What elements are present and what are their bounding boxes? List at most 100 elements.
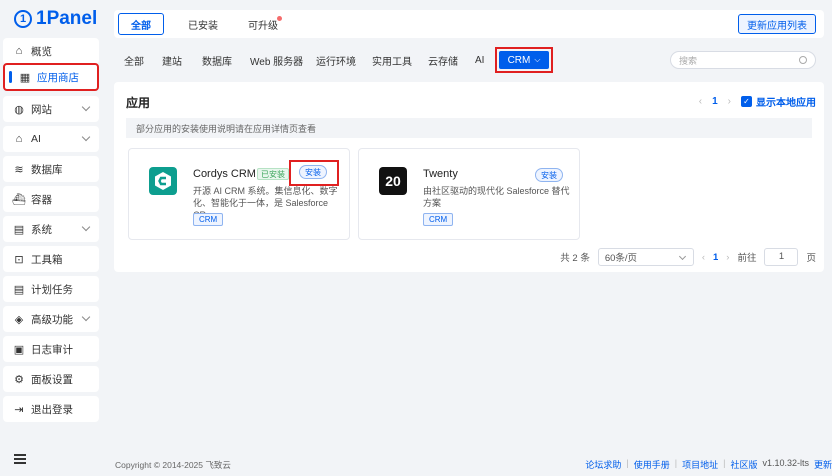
sidebar-item-overview[interactable]: ⌂ 概览 [3,38,99,64]
category-web-server[interactable]: Web 服务器 [250,51,303,69]
category-ai[interactable]: AI [475,51,484,69]
app-status-tabs: 全部 已安装 可升级 更新应用列表 [114,10,824,38]
category-crm-label: CRM [507,54,531,66]
footer-edition[interactable]: 社区版 [730,458,757,471]
sidebar-item-ai[interactable]: ⌂ AI [3,126,99,152]
diamond-icon: ◈ [14,313,24,326]
tab-upgradable-label: 可升级 [248,20,278,32]
sidebar-item-toolbox[interactable]: ⊡ 工具箱 [3,246,99,272]
apps-icon: ▦ [19,71,31,84]
sidebar-item-database[interactable]: ≋ 数据库 [3,156,99,182]
category-website[interactable]: 建站 [162,51,182,69]
footer-version: v1.10.32-lts [762,458,809,468]
sidebar-item-panel-settings[interactable]: ⚙ 面板设置 [3,366,99,392]
sidebar-item-label: 网站 [31,103,52,116]
sidebar-item-app-store[interactable]: ▦ 应用商店 [3,63,99,91]
sidebar-item-system[interactable]: ▤ 系统 [3,216,99,242]
app-list-panel: 应用 ‹ 1 › ✓ 显示本地应用 部分应用的安装使用说明请在应用详情页查看 C… [114,82,824,272]
show-local-checkbox[interactable]: ✓ [741,96,752,107]
sidebar-item-label: 系统 [31,223,52,236]
system-icon: ▤ [13,223,25,236]
sidebar-item-logout[interactable]: ⇥ 退出登录 [3,396,99,422]
sidebar-item-log-audit[interactable]: ▣ 日志审计 [3,336,99,362]
app-tag: CRM [193,213,224,226]
twenty-logo-icon: 20 [379,167,407,195]
current-page[interactable]: 1 [712,96,718,107]
chevron-down-icon: ⌵ [534,55,541,64]
page-title: 应用 [126,96,151,110]
sidebar-item-container[interactable]: ⛴ 容器 [3,186,99,212]
cordys-crm-logo-icon [149,167,177,195]
category-tools[interactable]: 实用工具 [372,51,412,69]
page-size-select[interactable]: 60条/页 [597,248,694,266]
install-button[interactable]: 安装 [535,168,563,182]
schedule-icon: ▤ [13,283,25,296]
next-page-icon[interactable]: › [726,252,729,263]
category-crm-highlight: CRM ⌵ [495,47,553,73]
footer-links: 论坛求助 | 使用手册 | 项目地址 | 社区版 v1.10.32-lts 更新 [585,458,832,471]
app-card-twenty[interactable]: 20 Twenty 安装 由社区驱动的现代化 Salesforce 替代方案 C… [358,148,580,240]
next-page-icon[interactable]: › [728,96,731,107]
category-all[interactable]: 全部 [124,51,144,69]
logo-text: 1Panel [36,8,98,29]
install-button-highlight: 安装 [289,160,339,186]
installed-badge: 已安装 [257,168,289,180]
app-card-cordys-crm[interactable]: Cordys CRM 已安装 安装 开源 AI CRM 系统。集信息化、数字化、… [128,148,350,240]
category-crm[interactable]: CRM ⌵ [499,51,549,69]
footer-link-forum[interactable]: 论坛求助 [585,458,621,471]
sidebar-item-label: AI [31,133,41,145]
footer-update-link[interactable]: 更新 [814,458,832,471]
prev-page-icon[interactable]: ‹ [702,252,705,263]
sidebar-item-advanced[interactable]: ◈ 高级功能 [3,306,99,332]
category-bar: 全部 建站 数据库 Web 服务器 运行环境 实用工具 云存储 AI CRM ⌵… [114,46,824,74]
search-icon [799,56,807,64]
sidebar-item-website[interactable]: ◍ 网站 [3,96,99,122]
search-input[interactable]: 搜索 [670,51,816,69]
sidebar-item-label: 应用商店 [37,71,79,84]
sidebar-item-cron[interactable]: ▤ 计划任务 [3,276,99,302]
goto-label: 前往 [737,253,757,264]
notification-dot-icon [277,16,282,21]
page-size-value: 60条/页 [604,253,638,264]
category-database[interactable]: 数据库 [202,51,232,69]
current-page[interactable]: 1 [713,252,718,263]
tab-upgradable[interactable]: 可升级 [236,13,290,35]
footer-link-project[interactable]: 项目地址 [682,458,718,471]
chevron-down-icon [81,102,91,112]
sidebar-item-label: 数据库 [31,163,63,176]
show-local-label[interactable]: 显示本地应用 [756,94,816,109]
logo[interactable]: 1 1Panel [14,8,97,30]
divider: | [723,458,726,468]
sidebar-item-label: 面板设置 [31,373,73,386]
toolbox-icon: ⊡ [14,253,24,266]
sidebar-item-label: 计划任务 [31,283,73,296]
goto-page-input[interactable]: 1 [764,248,799,266]
top-pagination: ‹ 1 › ✓ 显示本地应用 [699,94,816,109]
logout-icon: ⇥ [14,403,24,416]
notice-bar: 部分应用的安装使用说明请在应用详情页查看 [126,118,812,138]
category-runtime[interactable]: 运行环境 [316,51,356,69]
database-icon: ≋ [14,163,24,176]
copyright: Copyright © 2014-2025 飞致云 [115,460,231,470]
sidebar-item-label: 容器 [31,193,52,206]
tab-all[interactable]: 全部 [118,13,164,35]
sidebar-item-label: 日志审计 [31,343,73,356]
collapse-menu-icon[interactable] [14,454,26,464]
prev-page-icon[interactable]: ‹ [699,96,702,107]
footer-link-manual[interactable]: 使用手册 [634,458,670,471]
chevron-down-icon [678,252,686,261]
update-app-list-button[interactable]: 更新应用列表 [738,14,816,34]
tab-installed[interactable]: 已安装 [176,13,230,35]
total-count: 共 2 条 [560,253,590,264]
divider: | [674,458,678,468]
app-name[interactable]: Cordys CRM [193,168,256,180]
category-cloud-storage[interactable]: 云存储 [428,51,458,69]
robot-icon: ⌂ [15,133,23,145]
settings-icon: ⚙ [14,373,24,386]
globe-icon: ◍ [14,103,24,116]
install-button[interactable]: 安装 [299,165,327,179]
logo-icon: 1 [14,10,32,28]
app-name[interactable]: Twenty [423,168,458,180]
chevron-down-icon [81,222,91,232]
sidebar-item-label: 工具箱 [31,253,63,266]
